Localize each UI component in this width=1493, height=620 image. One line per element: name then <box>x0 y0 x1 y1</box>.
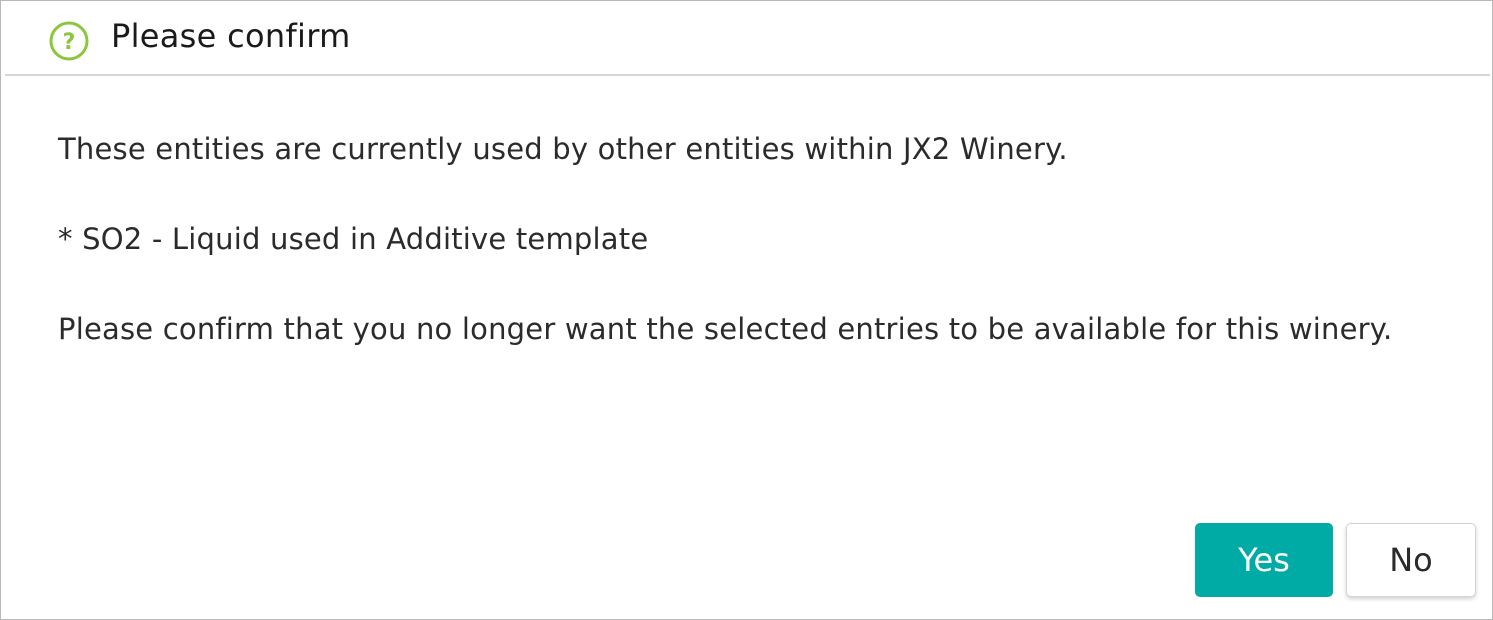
message-confirm-text: Please confirm that you no longer want t… <box>58 312 1393 346</box>
dialog-header: ? Please confirm <box>5 1 1490 76</box>
no-button[interactable]: No <box>1346 523 1476 597</box>
dialog-title: Please confirm <box>111 17 351 55</box>
yes-button[interactable]: Yes <box>1195 523 1333 597</box>
dialog-actions: Yes No <box>1195 523 1476 597</box>
dialog-message: These entities are currently used by oth… <box>58 127 1458 397</box>
svg-text:?: ? <box>63 30 76 55</box>
confirm-dialog: ? Please confirm These entities are curr… <box>0 0 1493 620</box>
message-entity-item: * SO2 - Liquid used in Additive template <box>58 222 649 256</box>
question-circle-icon: ? <box>49 21 89 61</box>
message-usage-text: These entities are currently used by oth… <box>58 132 1068 166</box>
